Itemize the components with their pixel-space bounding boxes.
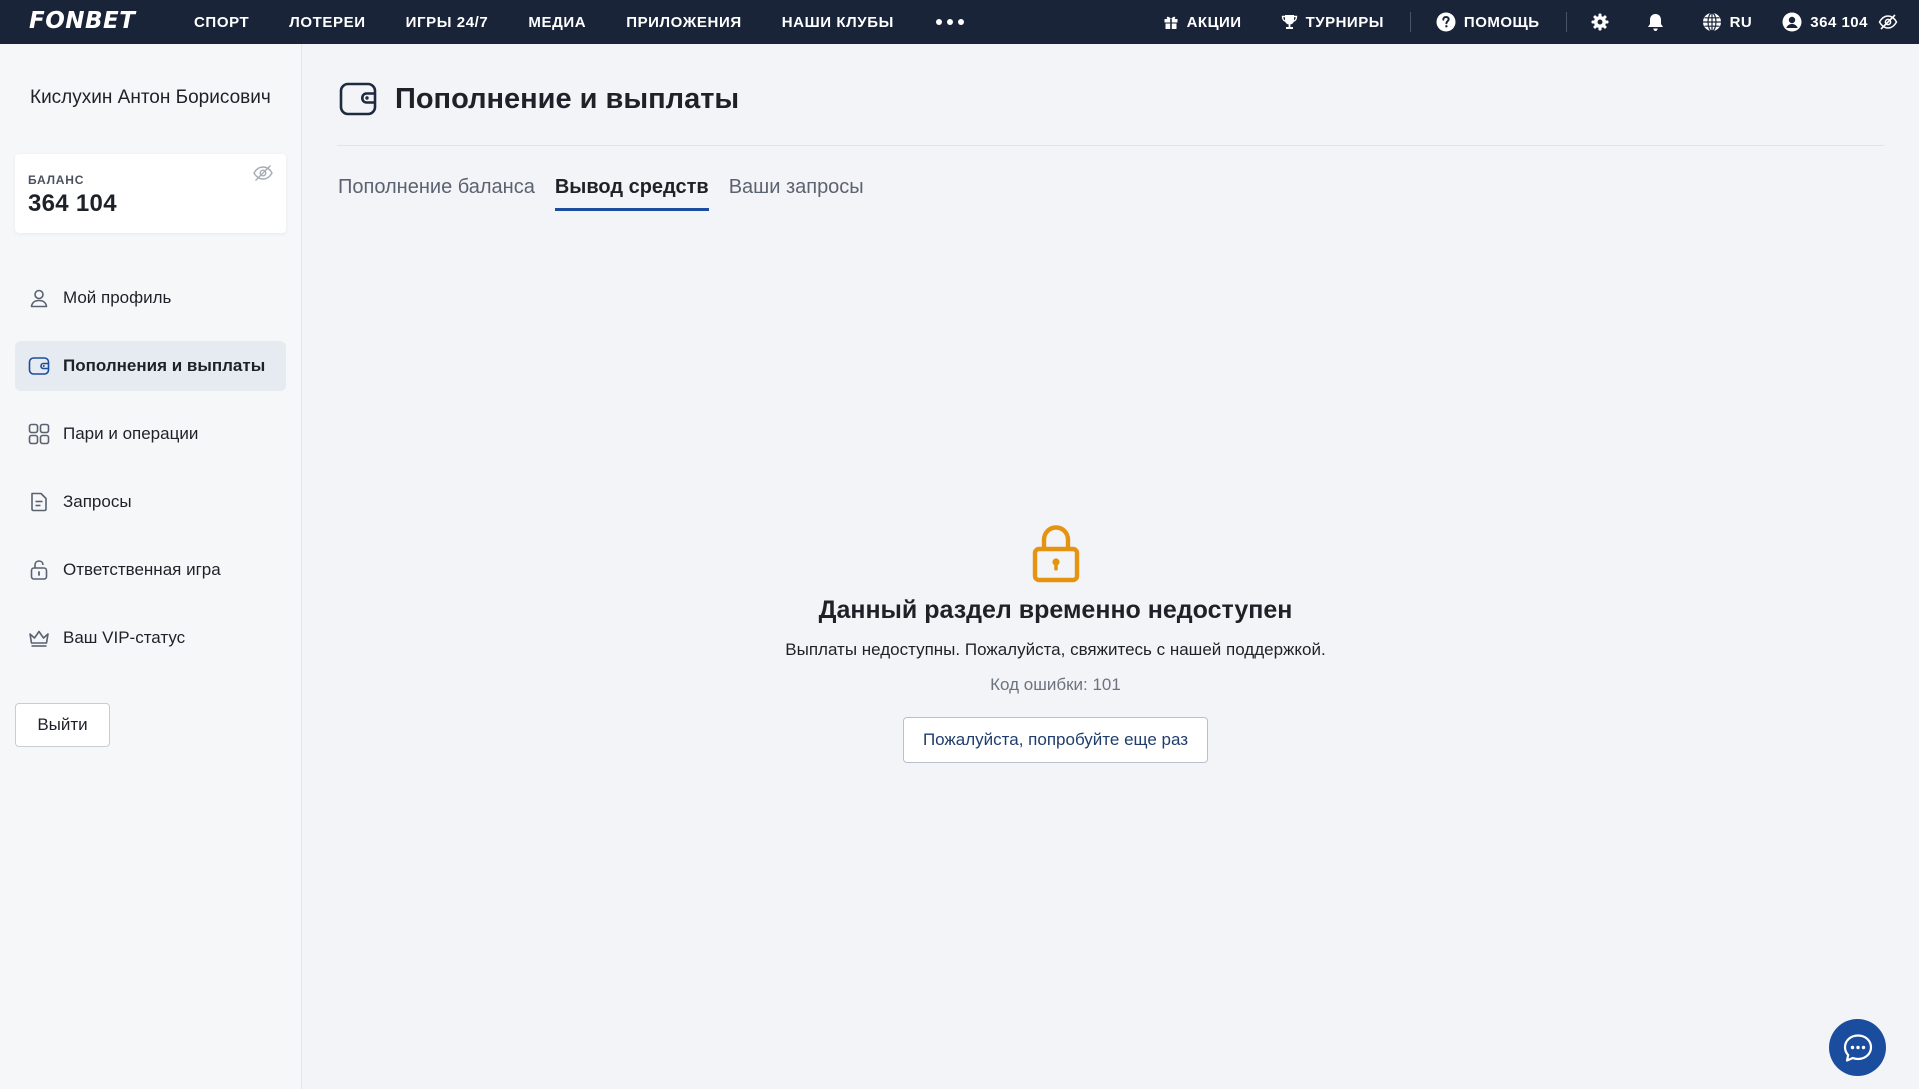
promotions-label: АКЦИИ — [1186, 13, 1242, 31]
wallet-icon — [28, 357, 50, 375]
sidebar-item-payments[interactable]: Пополнения и выплаты — [15, 341, 286, 391]
crown-icon — [29, 630, 49, 647]
divider — [1409, 12, 1411, 32]
chat-button[interactable] — [1829, 1019, 1886, 1076]
sidebar-item-bets[interactable]: Пари и операции — [15, 409, 286, 459]
main-content: Пополнение и выплаты Пополнение баланса … — [303, 44, 1919, 1089]
nav-sport[interactable]: СПОРТ — [194, 14, 249, 31]
divider — [337, 145, 1884, 146]
unavailable-notice: Данный раздел временно недоступен Выплат… — [303, 524, 1808, 763]
account-menu: Мой профиль Пополнения и выплаты Пари и … — [15, 273, 286, 681]
nav-clubs[interactable]: НАШИ КЛУБЫ — [782, 14, 894, 31]
error-description: Выплаты недоступны. Пожалуйста, свяжитес… — [785, 640, 1326, 659]
user-icon — [30, 289, 48, 308]
error-title: Данный раздел временно недоступен — [818, 596, 1293, 624]
globe-icon — [1702, 12, 1721, 32]
grid-icon — [28, 423, 50, 445]
logout-button[interactable]: Выйти — [15, 703, 110, 747]
account-sidebar: Кислухин Антон Борисович БАЛАНС 364 104 … — [0, 44, 302, 1089]
help-icon — [1436, 12, 1456, 32]
bell-icon — [1647, 13, 1663, 31]
tournaments-label: ТУРНИРЫ — [1305, 13, 1384, 31]
language-label: RU — [1729, 13, 1753, 31]
gear-icon — [1591, 13, 1609, 31]
help-label: ПОМОЩЬ — [1463, 13, 1540, 31]
sidebar-item-profile[interactable]: Мой профиль — [15, 273, 286, 323]
lock-icon — [30, 560, 48, 580]
topbar-balance: 364 104 — [1810, 13, 1868, 31]
hide-balance-toggle[interactable] — [1878, 14, 1898, 30]
wallet-icon — [339, 82, 377, 116]
more-menu-icon[interactable] — [935, 19, 964, 25]
page-title: Пополнение и выплаты — [395, 82, 740, 115]
payments-tabs: Пополнение баланса Вывод средств Ваши за… — [338, 176, 884, 211]
sidebar-item-label: Запросы — [63, 492, 132, 511]
nav-apps[interactable]: ПРИЛОЖЕНИЯ — [626, 14, 742, 31]
help-link[interactable]: ПОМОЩЬ — [1436, 12, 1540, 32]
balance-value: 364 104 — [28, 190, 117, 217]
sidebar-item-label: Мой профиль — [63, 288, 172, 307]
tab-requests[interactable]: Ваши запросы — [729, 176, 864, 211]
sidebar-item-responsible-gaming[interactable]: Ответственная игра — [15, 545, 286, 595]
gift-icon — [1164, 16, 1178, 29]
user-name: Кислухин Антон Борисович — [30, 87, 271, 108]
tournaments-link[interactable]: ТУРНИРЫ — [1281, 14, 1384, 31]
notifications-button[interactable] — [1647, 13, 1664, 32]
eye-off-icon — [1878, 14, 1898, 30]
divider — [1565, 12, 1567, 32]
fonbet-logo[interactable]: FONBET — [29, 8, 135, 34]
language-selector[interactable]: RU — [1702, 12, 1753, 32]
tab-deposit[interactable]: Пополнение баланса — [338, 176, 535, 211]
top-right-controls: АКЦИИ ТУРНИРЫ ПОМОЩЬ RU 364 104 — [1163, 0, 1919, 44]
top-navigation-bar: FONBET СПОРТ ЛОТЕРЕИ ИГРЫ 24/7 МЕДИА ПРИ… — [0, 0, 1919, 44]
account-balance-button[interactable]: 364 104 — [1782, 12, 1868, 32]
settings-button[interactable] — [1591, 13, 1609, 31]
nav-media[interactable]: МЕДИА — [528, 14, 586, 31]
tab-withdrawal[interactable]: Вывод средств — [554, 176, 709, 211]
document-icon — [31, 492, 47, 512]
retry-button[interactable]: Пожалуйста, попробуйте еще раз — [902, 717, 1209, 763]
sidebar-item-label: Ваш VIP-статус — [63, 628, 186, 647]
chat-icon — [1843, 1033, 1872, 1062]
promotions-link[interactable]: АКЦИИ — [1163, 14, 1242, 31]
padlock-icon — [1032, 525, 1079, 583]
main-nav: СПОРТ ЛОТЕРЕИ ИГРЫ 24/7 МЕДИА ПРИЛОЖЕНИЯ… — [194, 0, 964, 44]
sidebar-item-requests[interactable]: Запросы — [15, 477, 286, 527]
balance-label: БАЛАНС — [28, 173, 85, 187]
sidebar-item-label: Пополнения и выплаты — [63, 356, 266, 375]
trophy-icon — [1281, 15, 1297, 29]
error-code: Код ошибки: 101 — [990, 675, 1121, 694]
sidebar-item-label: Пари и операции — [63, 424, 199, 443]
sidebar-item-label: Ответственная игра — [63, 560, 221, 579]
nav-lotteries[interactable]: ЛОТЕРЕИ — [289, 14, 365, 31]
account-icon — [1782, 12, 1802, 32]
eye-off-icon[interactable] — [252, 164, 274, 182]
sidebar-item-vip-status[interactable]: Ваш VIP-статус — [15, 613, 286, 663]
balance-card: БАЛАНС 364 104 — [15, 154, 286, 233]
nav-games[interactable]: ИГРЫ 24/7 — [406, 14, 489, 31]
page-header: Пополнение и выплаты — [339, 80, 739, 118]
